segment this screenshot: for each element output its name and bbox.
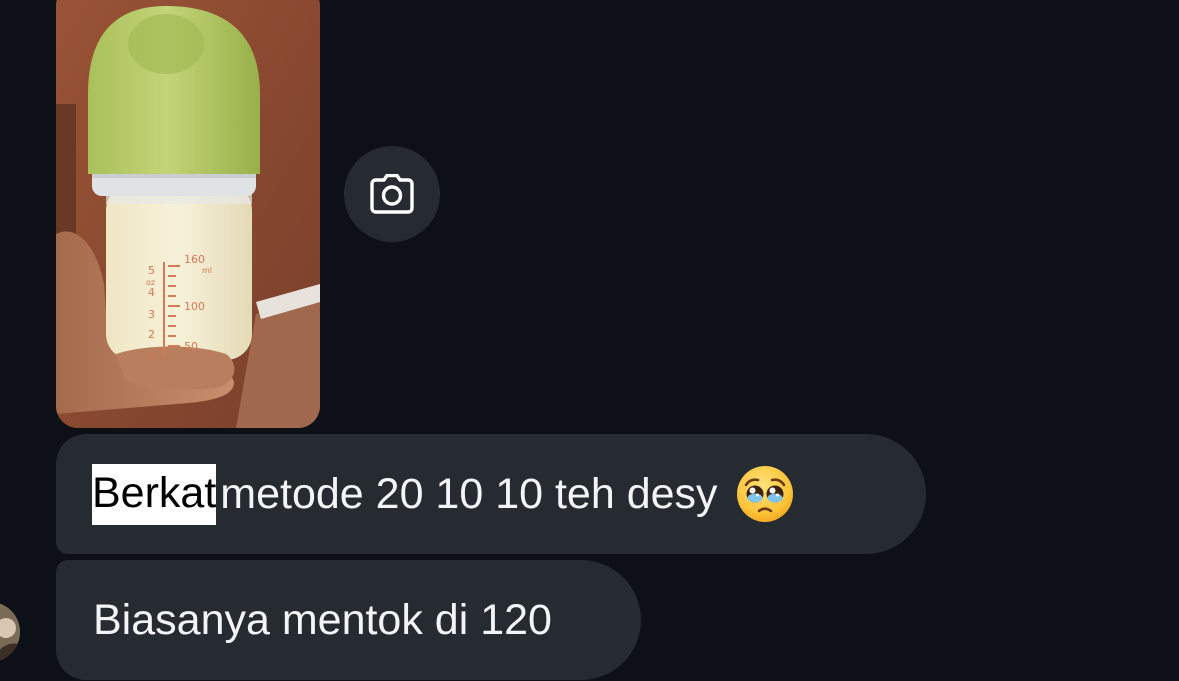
bottle-oz-2: 2 (148, 328, 155, 341)
pleading-face-emoji (736, 465, 794, 523)
message-text-2: Biasanya mentok di 120 (93, 595, 552, 644)
chat-screen: 160 ml 100 50 5 4 3 2 1 oz Berkat metode… (0, 0, 1179, 681)
bottle-mark-unit: ml (202, 266, 212, 275)
message-bubble[interactable]: Berkat metode 20 10 10 teh desy (56, 434, 926, 554)
bottle-mark-160: 160 (184, 253, 205, 266)
bottle-mark-100: 100 (184, 300, 205, 313)
bottle-oz-3: 3 (148, 308, 155, 321)
bottle-oz-unit: oz (146, 278, 155, 287)
bottle-oz-5: 5 (148, 264, 155, 277)
bottle-oz-1: 1 (148, 348, 155, 361)
highlighted-word[interactable]: Berkat (92, 463, 217, 525)
message-text: metode 20 10 10 teh desy (220, 469, 718, 518)
bottle-mark-50: 50 (184, 340, 198, 353)
baby-bottle-photo: 160 ml 100 50 5 4 3 2 1 oz (56, 0, 320, 428)
camera-button[interactable] (344, 146, 440, 242)
sender-avatar[interactable] (0, 602, 20, 662)
photo-message[interactable]: 160 ml 100 50 5 4 3 2 1 oz (56, 0, 320, 428)
camera-icon (370, 174, 414, 214)
bottle-oz-4: 4 (148, 286, 155, 299)
message-bubble-2[interactable]: Biasanya mentok di 120 (56, 560, 641, 680)
